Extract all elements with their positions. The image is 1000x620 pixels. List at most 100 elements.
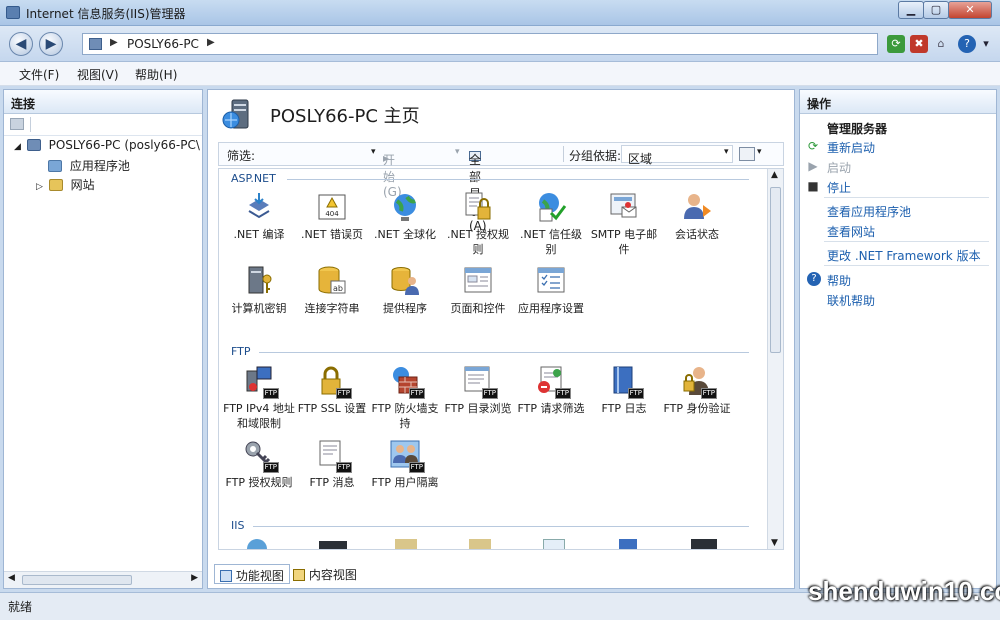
change-framework-link[interactable]: 更改 .NET Framework 版本 (827, 247, 981, 264)
stop-link[interactable]: 停止 (827, 179, 851, 196)
feature-label: 连接字符串 (304, 302, 360, 315)
ftp-badge: FTP (262, 388, 279, 399)
feature-net-compilation[interactable]: .NET 编译 (223, 191, 295, 242)
filter-input[interactable] (265, 145, 385, 163)
tab-features-view[interactable]: 功能视图 (214, 564, 290, 584)
scroll-down-icon[interactable]: ▼ (771, 538, 778, 548)
sites-folder-icon (48, 179, 63, 191)
feature-ftp-request-filtering[interactable]: FTP FTP 请求筛选 (515, 365, 587, 416)
start-dropdown-icon[interactable]: ▾ (455, 147, 460, 157)
app-settings-icon (535, 265, 567, 297)
menu-file[interactable]: 文件(F) (19, 66, 59, 83)
feature-ftp-authorization[interactable]: FTP FTP 授权规则 (223, 439, 295, 490)
feature-session-state[interactable]: 会话状态 (661, 191, 733, 242)
expand-icon[interactable]: ▷ (36, 182, 43, 192)
group-header-ftp: FTP (231, 345, 251, 358)
feature-net-globalization[interactable]: .NET 全球化 (369, 191, 441, 242)
filter-dropdown-icon[interactable]: ▾ (371, 147, 376, 157)
stop-icon[interactable]: ✖ (910, 35, 928, 53)
feature-connection-strings[interactable]: ab 连接字符串 (296, 265, 368, 316)
tab-content-view[interactable]: 内容视图 (288, 564, 362, 584)
feature-ftp-user-isolation[interactable]: FTP FTP 用户隔离 (369, 439, 441, 490)
menu-help[interactable]: 帮助(H) (135, 66, 177, 83)
view-mode-icon[interactable] (739, 147, 755, 161)
scrollbar-thumb[interactable] (22, 575, 132, 585)
watermark: shenduwin10.com (808, 576, 1000, 606)
online-help-link[interactable]: 联机帮助 (827, 292, 875, 309)
scrollbar-thumb[interactable] (770, 187, 781, 353)
feature-pages-and-controls[interactable]: 页面和控件 (442, 265, 514, 316)
partial-feature-icon (691, 539, 717, 549)
scroll-right-icon[interactable]: ▶ (191, 573, 198, 583)
pages-controls-icon (462, 265, 494, 297)
tree-item-label: POSLY66-PC (posly66-PC\p (48, 138, 200, 152)
feature-label: .NET 错误页 (301, 228, 363, 241)
connect-icon[interactable] (10, 118, 24, 130)
feature-ftp-directory-browsing[interactable]: FTP FTP 目录浏览 (442, 365, 514, 416)
feature-net-authorization[interactable]: .NET 授权规则 (442, 191, 514, 257)
menu-view[interactable]: 视图(V) (77, 66, 119, 83)
feature-ftp-messages[interactable]: FTP FTP 消息 (296, 439, 368, 490)
feature-smtp-email[interactable]: SMTP 电子邮件 (588, 191, 660, 257)
horizontal-scrollbar[interactable]: ◀ ▶ (4, 571, 202, 588)
view-tabs: 功能视图 内容视图 (208, 562, 794, 588)
feature-machine-key[interactable]: 计算机密钥 (223, 265, 295, 316)
breadcrumb-chevron-icon[interactable]: ▶ (207, 37, 215, 48)
start-link[interactable]: 启动 (827, 159, 851, 176)
group-header-aspnet: ASP.NET (231, 172, 276, 185)
feature-ftp-logging[interactable]: FTP FTP 日志 (588, 365, 660, 416)
view-mode-dropdown-icon[interactable]: ▾ (757, 147, 762, 157)
feature-label: FTP 消息 (309, 476, 355, 489)
home-icon[interactable]: ⌂ (932, 35, 950, 53)
breadcrumb-server[interactable]: POSLY66-PC (127, 37, 199, 51)
user-isolation-icon: FTP (389, 439, 425, 473)
feature-net-error-pages[interactable]: 404 .NET 错误页 (296, 191, 368, 242)
tree-item-server[interactable]: ◢ POSLY66-PC (posly66-PC\p (14, 138, 200, 156)
close-button[interactable]: ✕ (948, 1, 992, 19)
tree-item-label: 网站 (70, 178, 95, 192)
feature-ftp-authentication[interactable]: FTP FTP 身份验证 (661, 365, 733, 416)
providers-icon (389, 265, 421, 297)
scroll-left-icon[interactable]: ◀ (8, 573, 15, 583)
actions-pane: 操作 管理服务器 ⟳ 重新启动 ▶ 启动 ■ 停止 查看应用程序池 查看网站 更… (799, 89, 997, 589)
logging-book-icon: FTP (608, 365, 644, 399)
tree-item-sites[interactable]: ▷ 网站 (36, 176, 95, 194)
actions-divider (824, 265, 989, 266)
feature-ftp-ipv4[interactable]: FTP FTP IPv4 地址和域限制 (223, 365, 295, 431)
feature-ftp-firewall[interactable]: FTP FTP 防火墙支持 (369, 365, 441, 431)
collapse-icon[interactable]: ◢ (14, 142, 21, 152)
server-small-icon (89, 38, 102, 50)
ftp-badge: FTP (481, 388, 498, 399)
partial-feature-icon (543, 539, 565, 549)
view-sites-link[interactable]: 查看网站 (827, 223, 875, 240)
help-icon[interactable]: ? (958, 35, 976, 53)
back-button[interactable]: ◀ (9, 32, 33, 56)
feature-app-settings[interactable]: 应用程序设置 (515, 265, 587, 316)
scroll-up-icon[interactable]: ▲ (771, 170, 778, 180)
machine-key-icon (243, 265, 275, 297)
feature-net-trust-levels[interactable]: .NET 信任级别 (515, 191, 587, 257)
feature-ftp-ssl[interactable]: FTP FTP SSL 设置 (296, 365, 368, 416)
features-view-icon (220, 570, 232, 582)
partial-feature-icon (395, 539, 417, 549)
refresh-icon[interactable]: ⟳ (887, 35, 905, 53)
iis-features-partial-row (239, 537, 739, 549)
tree-item-app-pools[interactable]: 应用程序池 (48, 157, 130, 175)
forward-button[interactable]: ▶ (39, 32, 63, 56)
address-bar[interactable]: ▶ POSLY66-PC ▶ (82, 33, 878, 55)
window-title: Internet 信息服务(IIS)管理器 (26, 7, 186, 21)
partial-feature-icon (319, 541, 347, 549)
feature-label: FTP 目录浏览 (444, 402, 512, 415)
feature-label: 提供程序 (383, 302, 427, 315)
restart-link[interactable]: 重新启动 (827, 139, 875, 156)
feature-providers[interactable]: 提供程序 (369, 265, 441, 316)
maximize-button[interactable]: ▢ (923, 1, 949, 19)
help-link[interactable]: 帮助 (827, 272, 851, 289)
vertical-scrollbar[interactable]: ▲ ▼ (767, 169, 783, 549)
group-by-dropdown-icon[interactable]: ▾ (724, 147, 729, 157)
view-app-pools-link[interactable]: 查看应用程序池 (827, 203, 911, 220)
minimize-button[interactable]: ▁ (898, 1, 924, 19)
group-by-select[interactable]: 区域 (621, 145, 733, 166)
toolbar-divider (30, 117, 31, 132)
help-dropdown-icon[interactable]: ▾ (977, 35, 995, 53)
